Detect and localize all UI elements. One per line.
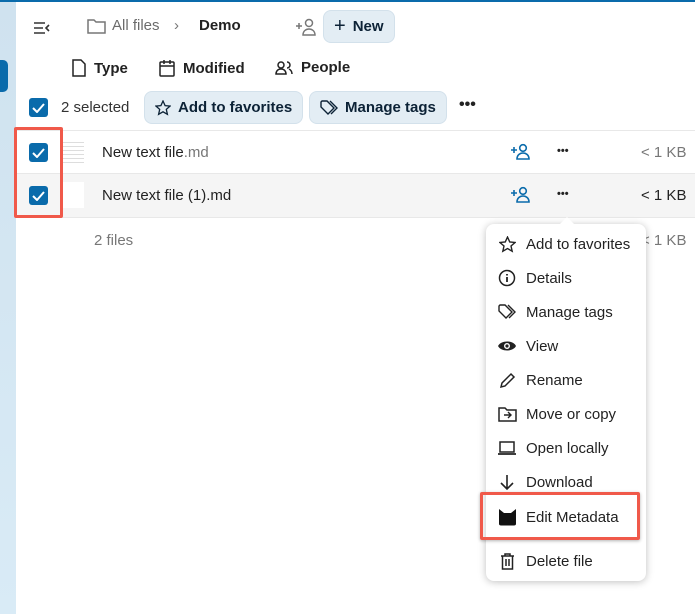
menu-item-rename[interactable]: Rename xyxy=(486,363,646,397)
share-add-person-icon[interactable] xyxy=(294,16,318,38)
people-icon xyxy=(275,60,293,76)
add-to-favorites-button[interactable]: Add to favorites xyxy=(144,91,304,124)
breadcrumb-all-files[interactable]: All files xyxy=(87,17,160,34)
toggle-navigation-icon[interactable] xyxy=(32,18,52,38)
star-icon xyxy=(155,99,171,116)
filter-type[interactable]: Type xyxy=(72,59,128,77)
selection-count: 2 selected xyxy=(61,99,130,116)
tag-icon xyxy=(320,99,338,116)
file-thumbnail xyxy=(62,182,84,208)
menu-item-details[interactable]: Details xyxy=(486,261,646,295)
menu-item-open-locally[interactable]: Open locally xyxy=(486,431,646,465)
more-actions-icon[interactable]: ••• xyxy=(459,96,476,114)
menu-item-manage-tags[interactable]: Manage tags xyxy=(486,295,646,329)
folder-move-icon xyxy=(497,404,517,424)
laptop-icon xyxy=(497,438,517,458)
info-icon xyxy=(497,268,517,288)
tag-icon xyxy=(497,302,517,322)
row-actions-icon[interactable]: ••• xyxy=(557,188,569,200)
share-icon[interactable] xyxy=(510,143,530,160)
file-name[interactable]: New text file .md xyxy=(102,144,209,161)
row-actions-icon[interactable]: ••• xyxy=(557,145,569,157)
file-count: 2 files xyxy=(94,232,134,249)
select-all-checkbox[interactable] xyxy=(29,98,48,117)
pencil-icon xyxy=(497,370,517,390)
star-icon xyxy=(497,234,517,254)
new-button[interactable]: + New xyxy=(323,10,395,43)
manage-tags-button[interactable]: Manage tags xyxy=(309,91,447,124)
folder-icon xyxy=(87,18,106,34)
trash-icon xyxy=(497,551,517,571)
highlight-checkboxes xyxy=(14,127,63,218)
file-icon xyxy=(72,59,86,77)
file-row[interactable]: New text file (1) .md ••• < 1 KB xyxy=(16,174,695,218)
highlight-edit-metadata xyxy=(480,492,640,540)
menu-item-delete-file[interactable]: Delete file xyxy=(486,544,646,578)
file-thumbnail xyxy=(62,139,84,165)
menu-item-view[interactable]: View xyxy=(486,329,646,363)
file-row[interactable]: New text file .md ••• < 1 KB xyxy=(16,130,695,174)
filter-people[interactable]: People xyxy=(275,59,350,76)
menu-item-add-to-favorites[interactable]: Add to favorites xyxy=(486,227,646,261)
download-arrow-icon xyxy=(497,472,517,492)
eye-icon xyxy=(497,336,517,356)
menu-item-move-or-copy[interactable]: Move or copy xyxy=(486,397,646,431)
navigation-toggle-tab[interactable] xyxy=(0,60,8,92)
calendar-icon xyxy=(159,59,175,77)
file-size: < 1 KB xyxy=(641,187,687,204)
share-icon[interactable] xyxy=(510,186,530,203)
top-border xyxy=(0,0,695,2)
filter-modified[interactable]: Modified xyxy=(159,59,245,77)
chevron-right-icon: › xyxy=(174,17,179,34)
total-size: < 1 KB xyxy=(641,232,687,249)
plus-icon: + xyxy=(334,15,346,37)
app-navigation-strip xyxy=(0,2,16,614)
breadcrumb-current[interactable]: Demo xyxy=(199,17,241,34)
file-name[interactable]: New text file (1) .md xyxy=(102,187,231,204)
file-size: < 1 KB xyxy=(641,144,687,161)
